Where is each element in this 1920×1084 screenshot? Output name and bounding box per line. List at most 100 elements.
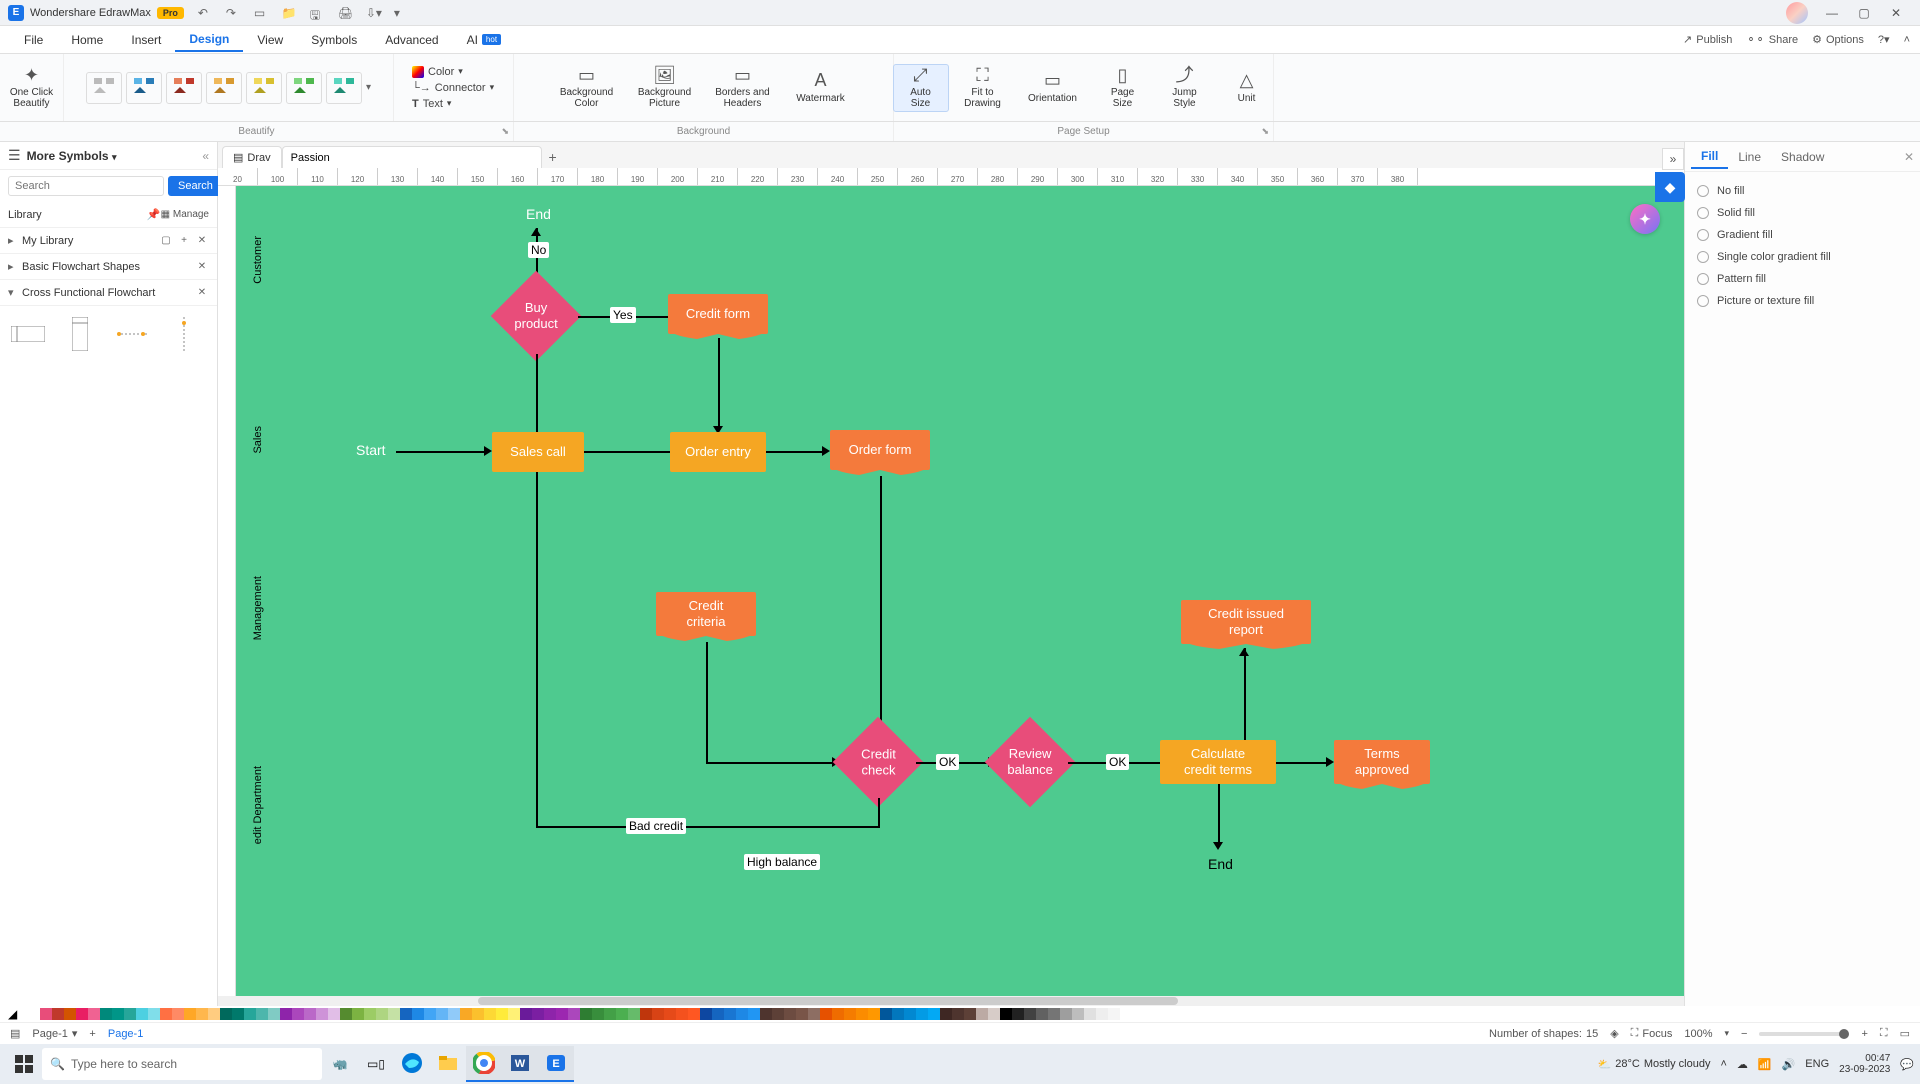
add-tab-button[interactable]: + <box>542 146 564 168</box>
menu-file[interactable]: File <box>10 29 57 51</box>
palette-swatch[interactable] <box>448 1008 460 1020</box>
maximize-button[interactable]: ▢ <box>1848 3 1880 23</box>
palette-swatch[interactable] <box>712 1008 724 1020</box>
palette-swatch[interactable] <box>472 1008 484 1020</box>
beautify-launcher-icon[interactable]: ⬊ <box>501 126 509 137</box>
theme-swatch-2[interactable] <box>126 72 162 104</box>
explorer-app[interactable] <box>430 1046 466 1082</box>
palette-swatch[interactable] <box>832 1008 844 1020</box>
publish-button[interactable]: ↗Publish <box>1683 33 1732 46</box>
palette-swatch[interactable] <box>592 1008 604 1020</box>
export-icon[interactable]: ⇩▾ <box>366 6 380 20</box>
palette-swatch[interactable] <box>1012 1008 1024 1020</box>
word-app[interactable]: W <box>502 1046 538 1082</box>
menu-home[interactable]: Home <box>57 29 117 51</box>
palette-swatch[interactable] <box>556 1008 568 1020</box>
symbols-search-input[interactable] <box>8 176 164 196</box>
palette-swatch[interactable] <box>1072 1008 1084 1020</box>
qat-more-icon[interactable]: ▾ <box>394 6 408 20</box>
palette-swatch[interactable] <box>616 1008 628 1020</box>
palette-swatch[interactable] <box>376 1008 388 1020</box>
palette-swatch[interactable] <box>340 1008 352 1020</box>
page-dropdown[interactable]: Page-1 ▾ <box>32 1027 77 1040</box>
palette-swatch[interactable] <box>1060 1008 1072 1020</box>
palette-swatch[interactable] <box>436 1008 448 1020</box>
palette-swatch[interactable] <box>148 1008 160 1020</box>
menu-insert[interactable]: Insert <box>117 29 175 51</box>
document-tab[interactable]: ▤Drav <box>222 146 282 168</box>
palette-swatch[interactable] <box>88 1008 100 1020</box>
palette-swatch[interactable] <box>136 1008 148 1020</box>
close-button[interactable]: ✕ <box>1880 3 1912 23</box>
fullscreen-icon[interactable]: ▭ <box>1900 1027 1910 1040</box>
theme-swatch-4[interactable] <box>206 72 242 104</box>
palette-swatch[interactable] <box>52 1008 64 1020</box>
palette-swatch[interactable] <box>364 1008 376 1020</box>
current-page-tab[interactable]: Page-1 <box>108 1028 143 1040</box>
palette-swatch[interactable] <box>1036 1008 1048 1020</box>
node-buy-product[interactable]: Buy product <box>491 271 582 362</box>
library-pin-icon[interactable]: 📌 <box>147 208 161 221</box>
palette-swatch[interactable] <box>580 1008 592 1020</box>
fill-option-4[interactable]: Pattern fill <box>1697 268 1908 290</box>
palette-swatch[interactable] <box>316 1008 328 1020</box>
options-button[interactable]: ⚙Options <box>1812 33 1864 46</box>
palette-swatch[interactable] <box>1096 1008 1108 1020</box>
tray-chevron-icon[interactable]: ˄ <box>1720 1058 1726 1070</box>
palette-swatch[interactable] <box>748 1008 760 1020</box>
palette-swatch[interactable] <box>820 1008 832 1020</box>
palette-swatch[interactable] <box>328 1008 340 1020</box>
palette-swatch[interactable] <box>1024 1008 1036 1020</box>
fill-option-3[interactable]: Single color gradient fill <box>1697 246 1908 268</box>
zoom-slider[interactable] <box>1759 1032 1849 1036</box>
node-terms-approved[interactable]: Terms approved <box>1334 740 1430 784</box>
palette-swatch[interactable] <box>292 1008 304 1020</box>
collapse-panel-icon[interactable]: « <box>202 149 209 163</box>
undo-icon[interactable]: ↶ <box>198 6 212 20</box>
fit-drawing-button[interactable]: ⛶Fit to Drawing <box>955 64 1011 112</box>
node-start[interactable]: Start <box>356 442 386 458</box>
palette-swatch[interactable] <box>412 1008 424 1020</box>
palette-swatch[interactable] <box>532 1008 544 1020</box>
collapse-icon[interactable]: ▾ <box>8 286 18 299</box>
palette-swatch[interactable] <box>460 1008 472 1020</box>
ai-assistant-badge[interactable]: ✦ <box>1630 204 1660 234</box>
swimlane-v-shape[interactable] <box>60 314 100 354</box>
palette-swatch[interactable] <box>856 1008 868 1020</box>
palette-swatch[interactable] <box>988 1008 1000 1020</box>
color-dropdown[interactable]: Color▾ <box>408 65 499 79</box>
connector-dropdown[interactable]: └→Connector▾ <box>408 81 499 95</box>
add-page-button[interactable]: + <box>89 1028 95 1040</box>
notifications-icon[interactable]: 💬 <box>1900 1058 1914 1071</box>
language-icon[interactable]: ENG <box>1805 1058 1829 1070</box>
palette-swatch[interactable] <box>256 1008 268 1020</box>
fill-option-1[interactable]: Solid fill <box>1697 202 1908 224</box>
cross-functional-item[interactable]: Cross Functional Flowchart <box>22 287 191 299</box>
node-credit-issued[interactable]: Credit issued report <box>1181 600 1311 644</box>
eyedropper-icon[interactable]: ◢ <box>8 1007 22 1021</box>
menu-view[interactable]: View <box>243 29 297 51</box>
expand-icon[interactable]: ▸ <box>8 234 18 247</box>
shadow-tab[interactable]: Shadow <box>1771 146 1834 168</box>
theme-swatch-1[interactable] <box>86 72 122 104</box>
theme-swatch-5[interactable] <box>246 72 282 104</box>
palette-swatch[interactable] <box>868 1008 880 1020</box>
add-icon[interactable]: + <box>177 234 191 248</box>
palette-swatch[interactable] <box>544 1008 556 1020</box>
palette-swatch[interactable] <box>1084 1008 1096 1020</box>
zoom-level[interactable]: 100% <box>1684 1028 1712 1040</box>
menu-design[interactable]: Design <box>175 28 243 52</box>
separator-h-shape[interactable] <box>112 314 152 354</box>
palette-swatch[interactable] <box>28 1008 40 1020</box>
fill-option-2[interactable]: Gradient fill <box>1697 224 1908 246</box>
chrome-app[interactable] <box>466 1046 502 1082</box>
rhino-widget[interactable]: 🦏 <box>322 1046 358 1082</box>
print-icon[interactable]: 🖨 <box>338 6 352 20</box>
horizontal-scrollbar[interactable] <box>218 996 1684 1006</box>
palette-swatch[interactable] <box>928 1008 940 1020</box>
one-click-beautify-button[interactable]: ✦One Click Beautify <box>4 64 60 112</box>
palette-swatch[interactable] <box>232 1008 244 1020</box>
palette-swatch[interactable] <box>604 1008 616 1020</box>
theme-swatch-6[interactable] <box>286 72 322 104</box>
wifi-icon[interactable]: 📶 <box>1758 1058 1772 1071</box>
